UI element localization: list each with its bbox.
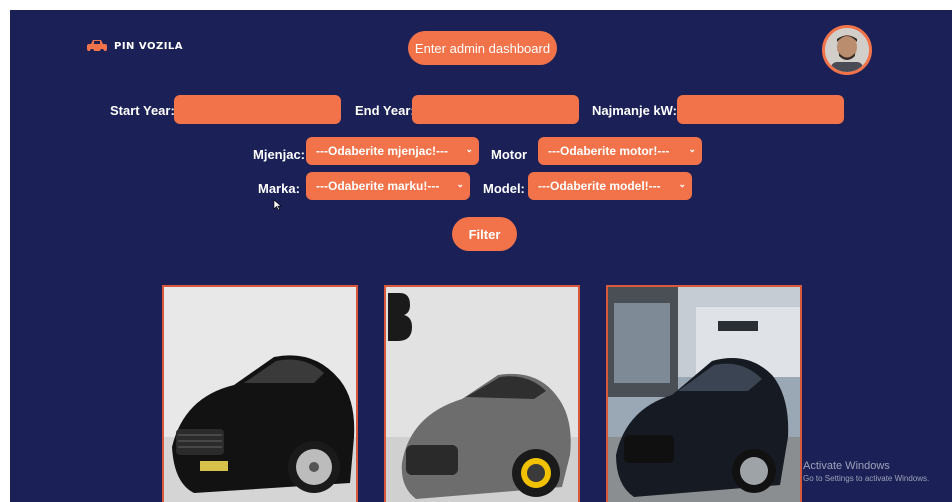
chevron-down-icon: ⌄ (456, 179, 464, 189)
car-image (608, 287, 800, 502)
mouse-cursor-icon (273, 199, 282, 211)
car-icon (87, 40, 107, 53)
end-year-label: End Year: (355, 103, 415, 118)
avatar[interactable] (822, 25, 872, 75)
model-select[interactable]: ---Odaberite model!--- ⌄ (528, 172, 692, 200)
engine-select[interactable]: ---Odaberite motor!--- ⌄ (538, 137, 702, 165)
car-card[interactable] (606, 285, 802, 502)
min-kw-input[interactable] (677, 95, 844, 124)
end-year-input[interactable] (412, 95, 579, 124)
logo-text: PIN VOZILA (114, 40, 184, 52)
chevron-down-icon: ⌄ (688, 144, 696, 154)
chevron-down-icon: ⌄ (678, 179, 686, 189)
min-kw-label: Najmanje kW: (592, 103, 678, 118)
gearbox-select-value: ---Odaberite mjenjac!--- (316, 144, 449, 158)
brand-select-value: ---Odaberite marku!--- (316, 179, 440, 193)
model-select-value: ---Odaberite model!--- (538, 179, 661, 193)
start-year-input[interactable] (174, 95, 341, 124)
engine-label: Motor (491, 147, 528, 162)
user-avatar-icon (825, 28, 869, 72)
car-card[interactable] (384, 285, 580, 502)
page-background: PIN VOZILA Enter admin dashboard Start Y… (10, 10, 952, 502)
chevron-down-icon: ⌄ (465, 144, 473, 154)
watermark-line2: Go to Settings to activate Windows. (803, 474, 930, 483)
filter-button[interactable]: Filter (452, 217, 517, 251)
logo[interactable]: PIN VOZILA (86, 38, 183, 54)
watermark-line1: Activate Windows (803, 460, 890, 472)
car-image (164, 287, 356, 502)
model-label: Model: (483, 181, 525, 196)
car-card[interactable] (162, 285, 358, 502)
start-year-label: Start Year: (110, 103, 175, 118)
gearbox-select[interactable]: ---Odaberite mjenjac!--- ⌄ (306, 137, 479, 165)
brand-select[interactable]: ---Odaberite marku!--- ⌄ (306, 172, 470, 200)
brand-label: Marka: (258, 181, 300, 196)
engine-select-value: ---Odaberite motor!--- (548, 144, 670, 158)
os-watermark: Activate Windows Go to Settings to activ… (803, 460, 929, 483)
car-image (386, 287, 578, 502)
gearbox-label: Mjenjac: (253, 147, 306, 162)
admin-dashboard-button[interactable]: Enter admin dashboard (408, 31, 557, 65)
